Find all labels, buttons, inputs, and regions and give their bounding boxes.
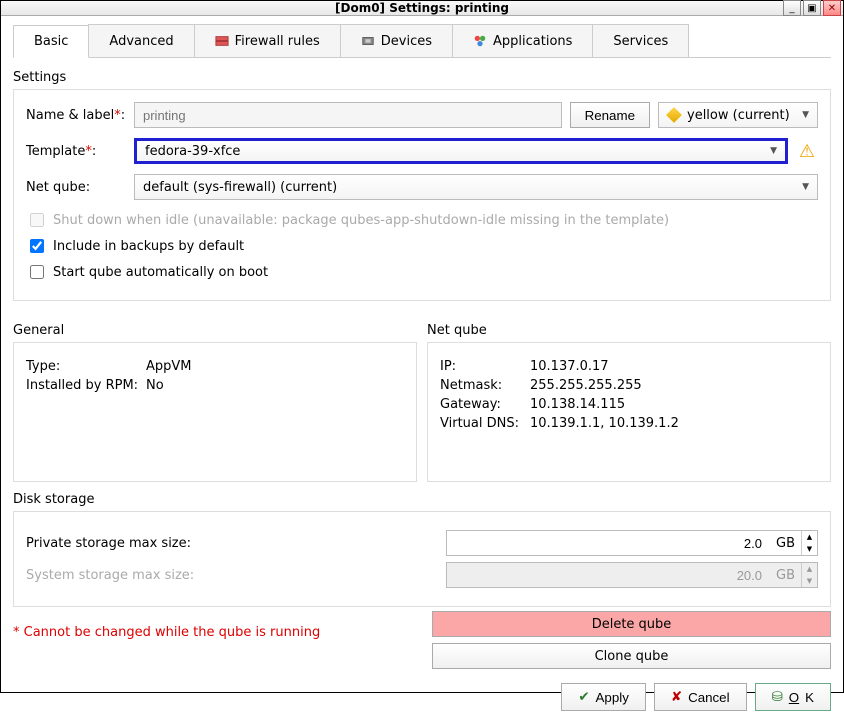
down-icon: ▼: [802, 575, 817, 587]
netqube-dropdown[interactable]: default (sys-firewall) (current) ▼: [134, 174, 818, 200]
netqube-label: Net qube:: [26, 180, 126, 195]
tab-firewall[interactable]: Firewall rules: [194, 24, 341, 57]
settings-heading: Settings: [13, 70, 831, 85]
disk-heading: Disk storage: [13, 492, 831, 507]
template-dropdown[interactable]: fedora-39-xfce ▼: [134, 138, 788, 164]
mask-key: Netmask:: [440, 378, 530, 393]
priv-storage-spinbox[interactable]: GB ▲▼: [446, 530, 818, 556]
include-backups-checkbox[interactable]: [30, 239, 44, 253]
type-value: AppVM: [146, 359, 192, 374]
color-dropdown[interactable]: yellow (current) ▼: [658, 102, 818, 128]
settings-group: Name & label*: Rename yellow (current) ▼…: [13, 89, 831, 301]
minimize-icon[interactable]: _: [783, 0, 801, 16]
sys-storage-label: System storage max size:: [26, 568, 446, 583]
chevron-down-icon: ▼: [770, 146, 777, 156]
netinfo-heading: Net qube: [427, 323, 831, 338]
up-icon[interactable]: ▲: [802, 531, 817, 543]
warning-icon: ⚠: [796, 140, 818, 162]
settings-window: [Dom0] Settings: printing _ ▣ ✕ Basic Ad…: [0, 0, 844, 693]
rpm-key: Installed by RPM:: [26, 378, 146, 393]
sys-storage-spinbox: GB ▲▼: [446, 562, 818, 588]
dns-value: 10.139.1.1, 10.139.1.2: [530, 416, 679, 431]
cancel-icon: ✘: [671, 689, 682, 705]
chevron-down-icon: ▼: [802, 182, 809, 192]
delete-qube-button[interactable]: Delete qube: [432, 611, 831, 637]
shutdown-idle-label: Shut down when idle (unavailable: packag…: [53, 213, 669, 228]
apply-button[interactable]: ✔ Apply: [561, 683, 646, 711]
ip-value: 10.137.0.17: [530, 359, 609, 374]
tab-services[interactable]: Services: [592, 24, 689, 57]
window-title: [Dom0] Settings: printing: [335, 1, 509, 15]
clone-qube-button[interactable]: Clone qube: [432, 643, 831, 669]
tab-devices[interactable]: Devices: [340, 24, 453, 57]
type-key: Type:: [26, 359, 146, 374]
sys-storage-unit: GB: [770, 563, 801, 587]
name-input: [134, 102, 562, 128]
tab-applications[interactable]: Applications: [452, 24, 593, 57]
template-label: Template*:: [26, 144, 126, 159]
maximize-icon[interactable]: ▣: [803, 0, 821, 16]
general-heading: General: [13, 323, 417, 338]
gw-value: 10.138.14.115: [530, 397, 625, 412]
rpm-value: No: [146, 378, 164, 393]
applications-icon: [473, 34, 487, 48]
devices-icon: [361, 34, 375, 48]
ok-icon: ⛁: [772, 689, 783, 705]
autostart-label: Start qube automatically on boot: [53, 265, 268, 280]
down-icon[interactable]: ▼: [802, 543, 817, 555]
autostart-checkbox[interactable]: [30, 265, 44, 279]
cube-icon: [666, 107, 682, 123]
tab-bar: Basic Advanced Firewall rules Devices Ap…: [13, 24, 831, 58]
cancel-button[interactable]: ✘ Cancel: [654, 683, 747, 711]
name-label: Name & label*:: [26, 108, 126, 123]
titlebar: [Dom0] Settings: printing _ ▣ ✕: [1, 1, 843, 16]
ip-key: IP:: [440, 359, 530, 374]
sys-storage-input: [447, 563, 770, 587]
mask-value: 255.255.255.255: [530, 378, 642, 393]
dns-key: Virtual DNS:: [440, 416, 530, 431]
shutdown-idle-checkbox: [30, 213, 44, 227]
running-warning: Cannot be changed while the qube is runn…: [24, 625, 321, 640]
tab-basic[interactable]: Basic: [13, 25, 89, 58]
priv-storage-label: Private storage max size:: [26, 536, 446, 551]
close-icon[interactable]: ✕: [823, 0, 841, 16]
check-icon: ✔: [578, 689, 589, 705]
priv-storage-input[interactable]: [447, 531, 770, 555]
include-backups-label: Include in backups by default: [53, 239, 244, 254]
ok-button[interactable]: ⛁ OK: [755, 683, 831, 711]
firewall-icon: [215, 34, 229, 48]
up-icon: ▲: [802, 563, 817, 575]
priv-storage-unit: GB: [770, 531, 801, 555]
gw-key: Gateway:: [440, 397, 530, 412]
tab-advanced[interactable]: Advanced: [88, 24, 194, 57]
rename-button[interactable]: Rename: [570, 102, 650, 128]
chevron-down-icon: ▼: [802, 110, 809, 120]
